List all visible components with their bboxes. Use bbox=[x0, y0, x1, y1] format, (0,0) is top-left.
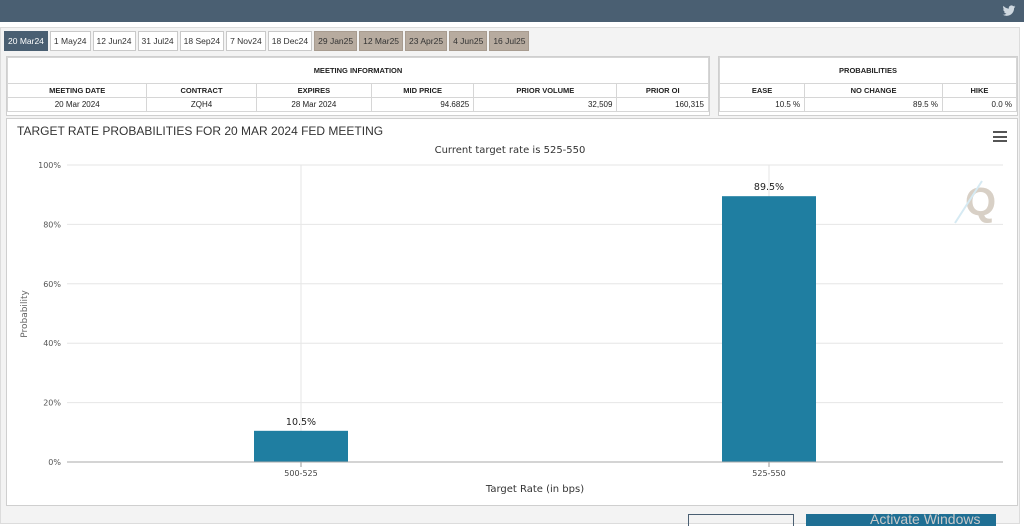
tab-meeting-date[interactable]: 16 Jul25 bbox=[489, 31, 530, 51]
tab-meeting-date[interactable]: 29 Jan25 bbox=[314, 31, 358, 51]
probabilities-title: PROBABILITIES bbox=[719, 57, 1017, 84]
y-tick-label: 20% bbox=[43, 399, 61, 408]
top-header-bar bbox=[0, 0, 1024, 22]
data-label: 89.5% bbox=[754, 182, 784, 193]
probability-chart: Q Current target rate is 525-550 0% 20% 40%… bbox=[20, 145, 1003, 495]
tab-meeting-date[interactable]: 12 Mar25 bbox=[359, 31, 404, 51]
y-tick-label: 0% bbox=[48, 458, 61, 467]
bottom-button-outline[interactable] bbox=[688, 514, 794, 526]
activate-windows-watermark: Activate Windows bbox=[870, 511, 981, 527]
q-logo-icon: Q bbox=[954, 180, 996, 224]
chart-panel: TARGET RATE PROBABILITIES FOR 20 MAR 202… bbox=[6, 118, 1018, 506]
table-cell: 32,509 bbox=[473, 97, 618, 112]
tab-meeting-date[interactable]: 4 Jun25 bbox=[449, 31, 488, 51]
tab-meeting-date[interactable]: 18 Sep24 bbox=[179, 31, 225, 51]
meeting-information-panel: MEETING INFORMATION MEETING DATE CONTRACT… bbox=[6, 56, 710, 116]
y-tick-label: 40% bbox=[43, 339, 61, 348]
x-tick-label: 525-550 bbox=[752, 469, 785, 478]
probabilities-panel: PROBABILITIES EASE NO CHANGE HIKE 10.5 % 89… bbox=[718, 56, 1018, 116]
column-header: EASE bbox=[718, 83, 806, 98]
x-axis-label: Target Rate (in bps) bbox=[485, 484, 584, 495]
column-header: EXPIRES bbox=[255, 83, 373, 98]
probabilities-table: PROBABILITIES EASE NO CHANGE HIKE 10.5 % 89… bbox=[718, 57, 1018, 112]
twitter-icon[interactable] bbox=[1002, 4, 1016, 18]
bar bbox=[254, 430, 348, 462]
y-tick-label: 60% bbox=[43, 280, 61, 289]
meeting-information-title: MEETING INFORMATION bbox=[7, 57, 709, 84]
column-header: PRIOR VOLUME bbox=[473, 83, 618, 98]
table-cell: 89.5 % bbox=[804, 97, 943, 112]
column-header: NO CHANGE bbox=[804, 83, 943, 98]
table-cell: 0.0 % bbox=[941, 97, 1018, 112]
y-axis-label: Probability bbox=[20, 290, 30, 338]
y-tick-label: 80% bbox=[43, 220, 61, 229]
tab-meeting-date[interactable]: 20 Mar24 bbox=[4, 31, 48, 51]
bar bbox=[722, 196, 816, 462]
table-cell: 94.6825 bbox=[371, 97, 475, 112]
table-cell: 28 Mar 2024 bbox=[255, 97, 373, 112]
table-cell: ZQH4 bbox=[146, 97, 257, 112]
table-cell: 10.5 % bbox=[718, 97, 806, 112]
meeting-information-table: MEETING INFORMATION MEETING DATE CONTRACT… bbox=[6, 57, 709, 112]
tab-meeting-date[interactable]: 23 Apr25 bbox=[405, 31, 448, 51]
data-label: 10.5% bbox=[286, 417, 316, 428]
column-header: MID PRICE bbox=[371, 83, 475, 98]
table-cell: 20 Mar 2024 bbox=[6, 97, 148, 112]
table-cell: 160,315 bbox=[616, 97, 709, 112]
column-header: CONTRACT bbox=[146, 83, 257, 98]
tab-meeting-date[interactable]: 18 Dec24 bbox=[267, 31, 313, 51]
y-tick-label: 100% bbox=[38, 161, 61, 170]
chart-subtitle: Current target rate is 525-550 bbox=[435, 145, 586, 156]
tab-meeting-date[interactable]: 12 Jun24 bbox=[92, 31, 136, 51]
x-tick-label: 500-525 bbox=[284, 469, 317, 478]
tab-meeting-date[interactable]: 31 Jul24 bbox=[137, 31, 178, 51]
tab-meeting-date[interactable]: 1 May24 bbox=[49, 31, 91, 51]
meeting-tabs: 20 Mar24 1 May24 12 Jun24 31 Jul24 18 Sep24 7… bbox=[4, 31, 530, 51]
column-header: HIKE bbox=[941, 83, 1018, 98]
column-header: PRIOR OI bbox=[616, 83, 709, 98]
column-header: MEETING DATE bbox=[6, 83, 148, 98]
tab-meeting-date[interactable]: 7 Nov24 bbox=[226, 31, 266, 51]
